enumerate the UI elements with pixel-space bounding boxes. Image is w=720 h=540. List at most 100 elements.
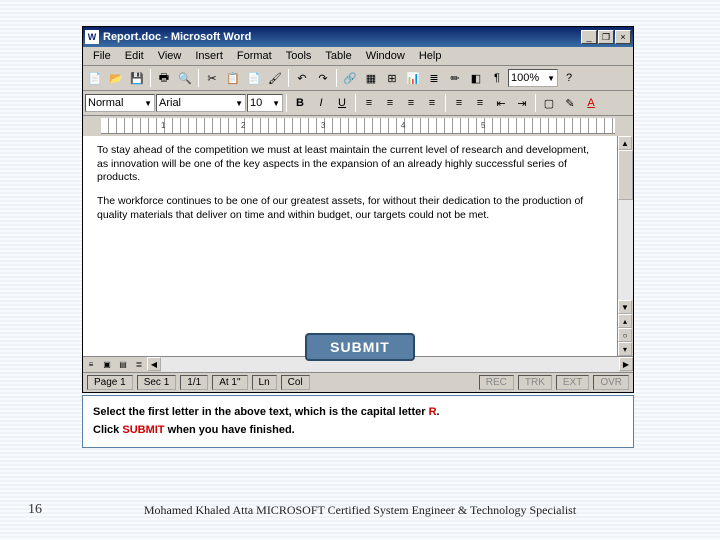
tables-icon[interactable]: ▦	[361, 68, 381, 88]
align-center-icon[interactable]: ≡	[380, 93, 400, 113]
instruction-text: .	[437, 406, 440, 418]
borders-icon[interactable]: ▢	[539, 93, 559, 113]
bold-icon[interactable]: B	[290, 93, 310, 113]
open-icon[interactable]: 📂	[106, 68, 126, 88]
vertical-scrollbar[interactable]: ▲ ▼ ▴ ○ ▾	[617, 136, 633, 356]
menu-file[interactable]: File	[87, 49, 117, 63]
undo-icon[interactable]: ↶	[292, 68, 312, 88]
scroll-track[interactable]	[618, 150, 633, 300]
maximize-button[interactable]: ❐	[598, 30, 614, 44]
scroll-right-icon[interactable]: ▶	[619, 357, 633, 371]
menu-window[interactable]: Window	[360, 49, 411, 63]
help-icon[interactable]: ?	[559, 68, 579, 88]
status-ovr[interactable]: OVR	[593, 375, 629, 390]
bullets-icon[interactable]: ≡	[470, 93, 490, 113]
preview-icon[interactable]: 🔍	[175, 68, 195, 88]
status-page: Page 1	[87, 375, 133, 390]
separator	[288, 69, 289, 87]
status-at: At 1"	[212, 375, 247, 390]
insert-table-icon[interactable]: ⊞	[382, 68, 402, 88]
menu-table[interactable]: Table	[319, 49, 357, 63]
new-doc-icon[interactable]: 📄	[85, 68, 105, 88]
submit-button[interactable]: SUBMIT	[305, 333, 415, 361]
redo-icon[interactable]: ↷	[313, 68, 333, 88]
print-icon[interactable]: 🖶	[154, 68, 174, 88]
font-value: Arial	[159, 97, 181, 109]
cut-icon[interactable]: ✂	[202, 68, 222, 88]
paste-icon[interactable]: 📄	[244, 68, 264, 88]
style-combo[interactable]: Normal ▼	[85, 94, 155, 112]
align-left-icon[interactable]: ≡	[359, 93, 379, 113]
instruction-line-2: Click SUBMIT when you have finished.	[93, 422, 623, 440]
copy-icon[interactable]: 📋	[223, 68, 243, 88]
paragraph-1[interactable]: To stay ahead of the competition we must…	[97, 144, 603, 185]
doc-map-icon[interactable]: ◧	[466, 68, 486, 88]
scroll-down-icon[interactable]: ▼	[618, 300, 632, 314]
print-view-icon[interactable]: ▤	[115, 357, 131, 371]
size-value: 10	[250, 97, 262, 109]
normal-view-icon[interactable]: ≡	[83, 357, 99, 371]
zoom-value: 100%	[511, 72, 539, 84]
instructions-box: Select the first letter in the above tex…	[82, 395, 634, 448]
chevron-down-icon: ▼	[140, 99, 152, 108]
menu-tools[interactable]: Tools	[280, 49, 318, 63]
show-hide-icon[interactable]: ¶	[487, 68, 507, 88]
instruction-letter: R	[429, 406, 437, 418]
excel-icon[interactable]: 📊	[403, 68, 423, 88]
menu-help[interactable]: Help	[413, 49, 448, 63]
status-ext[interactable]: EXT	[556, 375, 589, 390]
separator	[336, 69, 337, 87]
minimize-button[interactable]: _	[581, 30, 597, 44]
align-right-icon[interactable]: ≡	[401, 93, 421, 113]
hyperlink-icon[interactable]: 🔗	[340, 68, 360, 88]
status-section: Sec 1	[137, 375, 177, 390]
menu-edit[interactable]: Edit	[119, 49, 150, 63]
outline-view-icon[interactable]: ≣	[131, 357, 147, 371]
separator	[150, 69, 151, 87]
font-combo[interactable]: Arial▼	[156, 94, 246, 112]
increase-indent-icon[interactable]: ⇥	[512, 93, 532, 113]
decrease-indent-icon[interactable]: ⇤	[491, 93, 511, 113]
browse-prev-icon[interactable]: ▴	[618, 314, 632, 328]
chevron-down-icon: ▼	[268, 99, 280, 108]
status-ln: Ln	[252, 375, 277, 390]
web-view-icon[interactable]: ▣	[99, 357, 115, 371]
menu-format[interactable]: Format	[231, 49, 278, 63]
document-page[interactable]: To stay ahead of the competition we must…	[83, 136, 617, 356]
menu-view[interactable]: View	[152, 49, 188, 63]
paragraph-2[interactable]: The workforce continues to be one of our…	[97, 195, 603, 222]
document-area: To stay ahead of the competition we must…	[83, 136, 633, 356]
save-icon[interactable]: 💾	[127, 68, 147, 88]
instruction-text: Click	[93, 424, 122, 436]
scroll-up-icon[interactable]: ▲	[618, 136, 632, 150]
instruction-submit: SUBMIT	[122, 424, 164, 436]
highlight-icon[interactable]: ✎	[560, 93, 580, 113]
instruction-text: Select the first letter in the above tex…	[93, 406, 429, 418]
status-trk[interactable]: TRK	[518, 375, 552, 390]
ruler-mark: 2	[241, 121, 245, 130]
scroll-thumb[interactable]	[618, 150, 633, 200]
size-combo[interactable]: 10 ▼	[247, 94, 283, 112]
zoom-combo[interactable]: 100%▼	[508, 69, 558, 87]
separator	[355, 94, 356, 112]
style-value: Normal	[88, 97, 123, 109]
underline-icon[interactable]: U	[332, 93, 352, 113]
word-app-icon: W	[85, 30, 99, 44]
ruler-mark: 5	[481, 121, 485, 130]
browse-next-icon[interactable]: ▾	[618, 342, 632, 356]
menu-insert[interactable]: Insert	[189, 49, 229, 63]
browse-object-icon[interactable]: ○	[618, 328, 632, 342]
numbering-icon[interactable]: ≡	[449, 93, 469, 113]
status-rec[interactable]: REC	[479, 375, 514, 390]
separator	[198, 69, 199, 87]
separator	[535, 94, 536, 112]
close-button[interactable]: ×	[615, 30, 631, 44]
columns-icon[interactable]: ≣	[424, 68, 444, 88]
drawing-icon[interactable]: ✏	[445, 68, 465, 88]
italic-icon[interactable]: I	[311, 93, 331, 113]
scroll-left-icon[interactable]: ◀	[147, 357, 161, 371]
horizontal-ruler[interactable]: 1 2 3 4 5	[101, 118, 615, 134]
font-color-icon[interactable]: A	[581, 93, 601, 113]
align-justify-icon[interactable]: ≡	[422, 93, 442, 113]
format-painter-icon[interactable]: 🖌	[265, 68, 285, 88]
